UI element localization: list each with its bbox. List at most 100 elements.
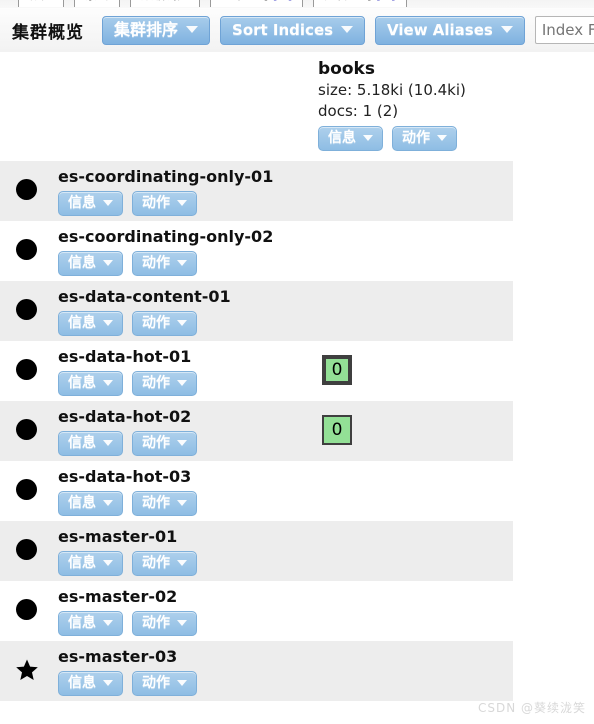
node-name: es-data-hot-03 [58,467,192,486]
nav-tab-bracket: [+] [273,0,292,2]
node-card: es-data-hot-01 信息 动作 [58,346,308,396]
nav-tab-label: 数据浏览 [141,0,189,2]
chevron-down-icon [177,560,187,566]
master-star-icon [16,659,38,681]
chevron-down-icon [500,26,513,33]
index-info-label: 信息 [328,130,356,146]
node-card: es-data-hot-03 信息 动作 [58,466,308,516]
node-action-button[interactable]: 动作 [132,191,197,216]
index-header-row: books size: 5.18ki (10.4ki) docs: 1 (2) … [0,52,594,157]
index-filter-input[interactable] [534,16,594,44]
node-actions: 信息 动作 [58,551,308,576]
chevron-down-icon [103,200,113,206]
shard-cell[interactable]: 0 [322,355,352,385]
node-info-label: 信息 [68,375,96,391]
chevron-down-icon [103,260,113,266]
node-action-label: 动作 [142,555,170,571]
node-info-label: 信息 [68,555,96,571]
index-name: books [318,59,375,79]
sort-nodes-button[interactable]: 集群排序 [102,15,211,45]
nav-tab-1[interactable]: 索引 [74,0,121,7]
node-info-button[interactable]: 信息 [58,191,123,216]
nav-tab-bracket: [+] [376,0,395,2]
nav-tab-4[interactable]: 复合查询 [+] [313,0,407,7]
node-info-button[interactable]: 信息 [58,431,123,456]
node-status-dot-icon [16,539,38,561]
node-actions: 信息 动作 [58,311,308,336]
node-card: es-master-01 信息 动作 [58,526,308,576]
node-info-label: 信息 [68,315,96,331]
node-status-dot-icon [16,419,38,441]
index-action-label: 动作 [402,130,430,146]
node-name: es-data-hot-02 [58,407,192,426]
sort-indices-label: Sort Indices [232,20,334,39]
index-actions: 信息 动作 [318,126,518,151]
node-action-label: 动作 [142,435,170,451]
node-action-label: 动作 [142,615,170,631]
node-info-button[interactable]: 信息 [58,491,123,516]
nav-tab-label: 概览 [29,0,53,2]
node-info-label: 信息 [68,495,96,511]
node-row: es-data-hot-02 信息 动作 0 [0,401,513,461]
node-info-button[interactable]: 信息 [58,311,123,336]
node-name: es-master-01 [58,527,178,546]
node-card: es-data-hot-02 信息 动作 [58,406,308,456]
node-info-label: 信息 [68,615,96,631]
sort-indices-button[interactable]: Sort Indices [220,15,366,45]
node-row: es-master-03 信息 动作 [0,641,513,701]
shard-cell[interactable]: 0 [322,415,352,445]
node-card: es-coordinating-only-01 信息 动作 [58,166,308,216]
nav-tab-2[interactable]: 数据浏览 [130,0,201,7]
index-card-books: books size: 5.18ki (10.4ki) docs: 1 (2) … [318,58,518,151]
node-action-button[interactable]: 动作 [132,371,197,396]
node-row: es-data-content-01 信息 动作 [0,281,513,341]
node-row: es-data-hot-03 信息 动作 [0,461,513,521]
node-status-dot-icon [16,479,38,501]
cluster-toolbar: 集群概览 集群排序 Sort Indices View Aliases [0,8,594,52]
chevron-down-icon [103,500,113,506]
nav-tab-0[interactable]: 概览 [18,0,65,7]
watermark: CSDN @葵续泷笑 [477,701,586,715]
node-action-button[interactable]: 动作 [132,491,197,516]
node-name: es-data-hot-01 [58,347,192,366]
node-info-label: 信息 [68,195,96,211]
node-action-button[interactable]: 动作 [132,311,197,336]
node-action-button[interactable]: 动作 [132,611,197,636]
node-action-button[interactable]: 动作 [132,431,197,456]
node-info-button[interactable]: 信息 [58,611,123,636]
sort-nodes-label: 集群排序 [114,19,179,39]
node-actions: 信息 动作 [58,191,308,216]
node-actions: 信息 动作 [58,611,308,636]
node-action-button[interactable]: 动作 [132,671,197,696]
nav-tab-label: 复合查询 [324,0,372,2]
node-name: es-coordinating-only-02 [58,227,274,246]
node-info-button[interactable]: 信息 [58,551,123,576]
chevron-down-icon [103,380,113,386]
node-action-button[interactable]: 动作 [132,551,197,576]
node-name: es-master-02 [58,587,178,606]
node-action-label: 动作 [142,255,170,271]
node-card: es-coordinating-only-02 信息 动作 [58,226,308,276]
node-action-label: 动作 [142,675,170,691]
node-name: es-data-content-01 [58,287,231,306]
node-info-button[interactable]: 信息 [58,251,123,276]
view-aliases-button[interactable]: View Aliases [375,15,525,45]
chevron-down-icon [437,135,447,141]
index-info-button[interactable]: 信息 [318,126,383,151]
node-name: es-coordinating-only-01 [58,167,274,186]
chevron-down-icon [177,260,187,266]
node-card: es-master-03 信息 动作 [58,646,308,696]
page-title: 集群概览 [12,22,84,43]
chevron-down-icon [177,380,187,386]
chevron-down-icon [341,26,354,33]
node-status-dot-icon [16,179,38,201]
index-action-button[interactable]: 动作 [392,126,457,151]
chevron-down-icon [103,620,113,626]
node-info-label: 信息 [68,435,96,451]
chevron-down-icon [186,26,199,33]
node-info-button[interactable]: 信息 [58,671,123,696]
node-action-button[interactable]: 动作 [132,251,197,276]
node-info-button[interactable]: 信息 [58,371,123,396]
index-size: size: 5.18ki (10.4ki) [318,81,466,99]
nav-tab-3[interactable]: 基本查询 [+] [210,0,304,7]
